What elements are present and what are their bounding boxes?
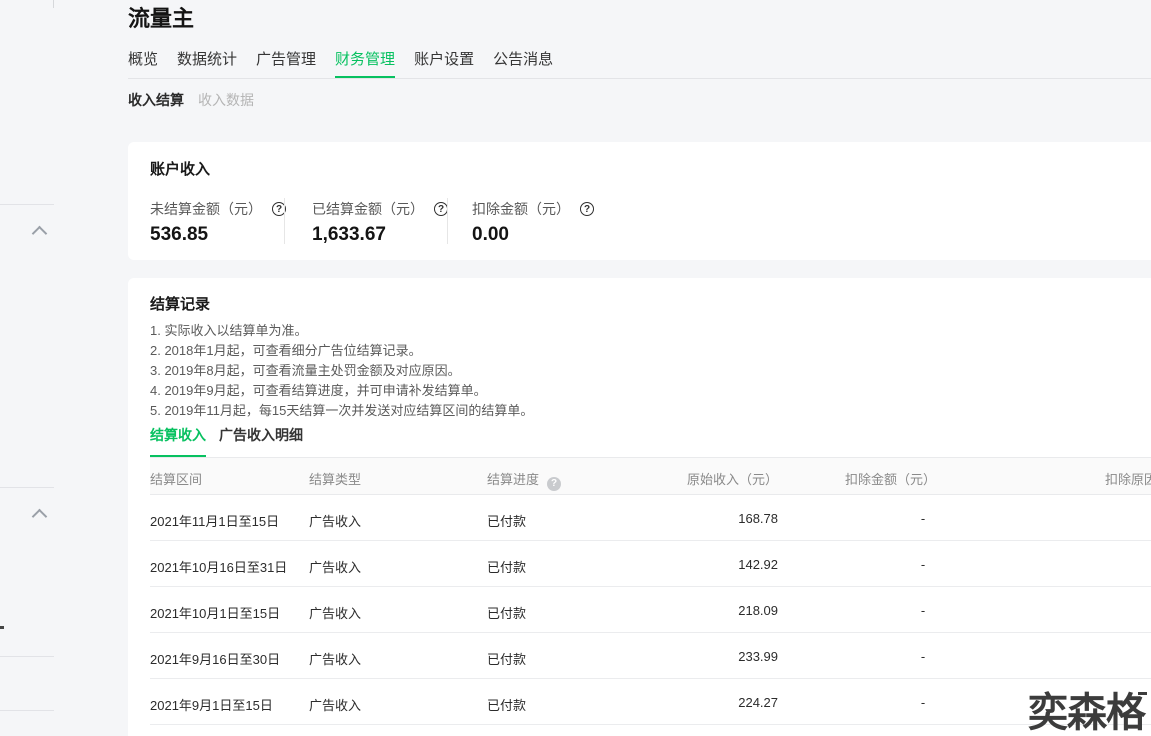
main-tabs: 概览 数据统计 广告管理 财务管理 账户设置 公告消息 bbox=[128, 52, 553, 79]
watermark-logo: 奕森格 bbox=[1028, 691, 1146, 735]
table-row: 2021年9月16日至30日 广告收入 已付款 233.99 - - bbox=[150, 633, 1151, 679]
sidebar-divider bbox=[0, 710, 54, 711]
cell-reason: - bbox=[1105, 557, 1151, 572]
cell-reason: - bbox=[1105, 511, 1151, 526]
cell-income: 233.99 bbox=[738, 649, 778, 664]
settlement-title: 结算记录 bbox=[150, 296, 211, 313]
cell-reason: - bbox=[1105, 649, 1151, 664]
table-row: 2021年10月1日至15日 广告收入 已付款 218.09 - - bbox=[150, 587, 1151, 633]
settlement-records-card: 结算记录 1. 实际收入以结算单为准。 2. 2018年1月起，可查看细分广告位… bbox=[128, 278, 1151, 736]
cell-type: 广告收入 bbox=[309, 606, 362, 621]
metric-deducted: 扣除金额（元） ? 0.00 bbox=[472, 199, 594, 246]
cell-deduction: - bbox=[920, 649, 926, 664]
page-title: 流量主 bbox=[128, 6, 195, 31]
table-row-partial bbox=[150, 725, 1151, 736]
screen: 流量主 概览 数据统计 广告管理 财务管理 账户设置 公告消息 收入结算 收入数… bbox=[0, 0, 1151, 736]
cell-progress: 已付款 bbox=[487, 606, 527, 621]
table-row: 2021年10月16日至31日 广告收入 已付款 142.92 - - bbox=[150, 541, 1151, 587]
tab-data-stats[interactable]: 数据统计 bbox=[177, 52, 237, 79]
cell-deduction: - bbox=[920, 557, 926, 572]
cell-deduction: - bbox=[920, 511, 926, 526]
cell-period: 2021年10月16日至31日 bbox=[150, 560, 288, 575]
sub-tabs: 收入结算 收入数据 bbox=[128, 90, 254, 110]
left-sidebar bbox=[0, 0, 54, 736]
metric-settled: 已结算金额（元） ? 1,633.67 bbox=[312, 199, 448, 246]
header-type: 结算类型 bbox=[309, 472, 362, 487]
cell-income: 224.27 bbox=[738, 695, 778, 710]
help-icon[interactable]: ? bbox=[580, 202, 594, 216]
progress-help-icon[interactable]: ? bbox=[547, 477, 562, 491]
cell-income: 168.78 bbox=[738, 511, 778, 526]
subtab-income-settlement[interactable]: 收入结算 bbox=[128, 90, 184, 110]
metric-settled-label: 已结算金额（元） bbox=[312, 201, 424, 217]
settlement-notes: 1. 实际收入以结算单为准。 2. 2018年1月起，可查看细分广告位结算记录。… bbox=[150, 321, 533, 421]
tab-announcements[interactable]: 公告消息 bbox=[493, 52, 553, 79]
tab-overview[interactable]: 概览 bbox=[128, 52, 158, 79]
settlement-tabs: 结算收入 广告收入明细 bbox=[150, 428, 303, 458]
cell-deduction: - bbox=[920, 603, 926, 618]
metric-settled-value: 1,633.67 bbox=[312, 224, 386, 245]
account-income-card: 账户收入 未结算金额（元） ? 536.85 已结算金额（元） ? 1,633.… bbox=[128, 142, 1151, 260]
tab-settlement-income[interactable]: 结算收入 bbox=[150, 428, 206, 458]
help-icon[interactable]: ? bbox=[434, 202, 448, 216]
note-line: 3. 2019年8月起，可查看流量主处罚金额及对应原因。 bbox=[150, 363, 461, 378]
chevron-up-icon[interactable] bbox=[31, 225, 48, 242]
sidebar-top-divider bbox=[53, 0, 54, 8]
note-line: 4. 2019年9月起，可查看结算进度，并可申请补发结算单。 bbox=[150, 383, 487, 398]
cell-deduction: - bbox=[920, 695, 926, 710]
cell-progress: 已付款 bbox=[487, 560, 527, 575]
cell-period: 2021年9月16日至30日 bbox=[150, 652, 281, 667]
header-deduction-reason: 扣除原因 bbox=[1105, 472, 1151, 487]
metric-divider bbox=[447, 198, 448, 244]
cell-type: 广告收入 bbox=[309, 560, 362, 575]
tab-ad-management[interactable]: 广告管理 bbox=[256, 52, 316, 79]
cell-income: 218.09 bbox=[738, 603, 778, 618]
sidebar-divider bbox=[0, 487, 54, 488]
sidebar-divider bbox=[0, 204, 54, 205]
cell-progress: 已付款 bbox=[487, 698, 527, 713]
sidebar-text-fragment bbox=[0, 626, 4, 629]
note-line: 5. 2019年11月起，每15天结算一次并发送对应结算区间的结算单。 bbox=[150, 403, 534, 418]
metric-deducted-value: 0.00 bbox=[472, 224, 509, 245]
tabs-divider bbox=[128, 78, 1151, 79]
tab-finance-management[interactable]: 财务管理 bbox=[335, 52, 396, 79]
table-header: 结算区间 结算类型 结算进度? 原始收入（元） 扣除金额（元） 扣除原因 bbox=[150, 458, 1151, 495]
cell-period: 2021年10月1日至15日 bbox=[150, 606, 281, 621]
cell-type: 广告收入 bbox=[309, 698, 362, 713]
table-row: 2021年9月1日至15日 广告收入 已付款 224.27 - - bbox=[150, 679, 1151, 725]
cell-period: 2021年11月1日至15日 bbox=[150, 514, 280, 529]
metric-unsettled-label: 未结算金额（元） bbox=[150, 201, 262, 217]
metric-unsettled: 未结算金额（元） ? 536.85 bbox=[150, 199, 286, 246]
header-progress: 结算进度? bbox=[487, 469, 562, 491]
cell-income: 142.92 bbox=[738, 557, 778, 572]
metric-deducted-label: 扣除金额（元） bbox=[472, 201, 570, 217]
cell-period: 2021年9月1日至15日 bbox=[150, 698, 273, 713]
tab-ad-income-detail[interactable]: 广告收入明细 bbox=[219, 428, 303, 458]
cell-progress: 已付款 bbox=[487, 514, 527, 529]
metric-unsettled-value: 536.85 bbox=[150, 224, 209, 245]
cell-type: 广告收入 bbox=[309, 514, 362, 529]
cell-reason: - bbox=[1105, 603, 1151, 618]
account-income-title: 账户收入 bbox=[150, 161, 211, 178]
note-line: 2. 2018年1月起，可查看细分广告位结算记录。 bbox=[150, 343, 422, 358]
subtab-income-data[interactable]: 收入数据 bbox=[198, 90, 254, 110]
metric-divider bbox=[284, 198, 285, 244]
header-deduction: 扣除金额（元） bbox=[845, 472, 937, 487]
header-period: 结算区间 bbox=[150, 472, 203, 487]
table-row: 2021年11月1日至15日 广告收入 已付款 168.78 - - bbox=[150, 495, 1151, 541]
header-original-income: 原始收入（元） bbox=[686, 472, 778, 487]
tab-account-settings[interactable]: 账户设置 bbox=[414, 52, 474, 79]
chevron-up-icon[interactable] bbox=[31, 508, 48, 525]
cell-progress: 已付款 bbox=[487, 652, 527, 667]
note-line: 1. 实际收入以结算单为准。 bbox=[150, 323, 308, 338]
cell-type: 广告收入 bbox=[309, 652, 362, 667]
sidebar-divider bbox=[0, 656, 54, 657]
